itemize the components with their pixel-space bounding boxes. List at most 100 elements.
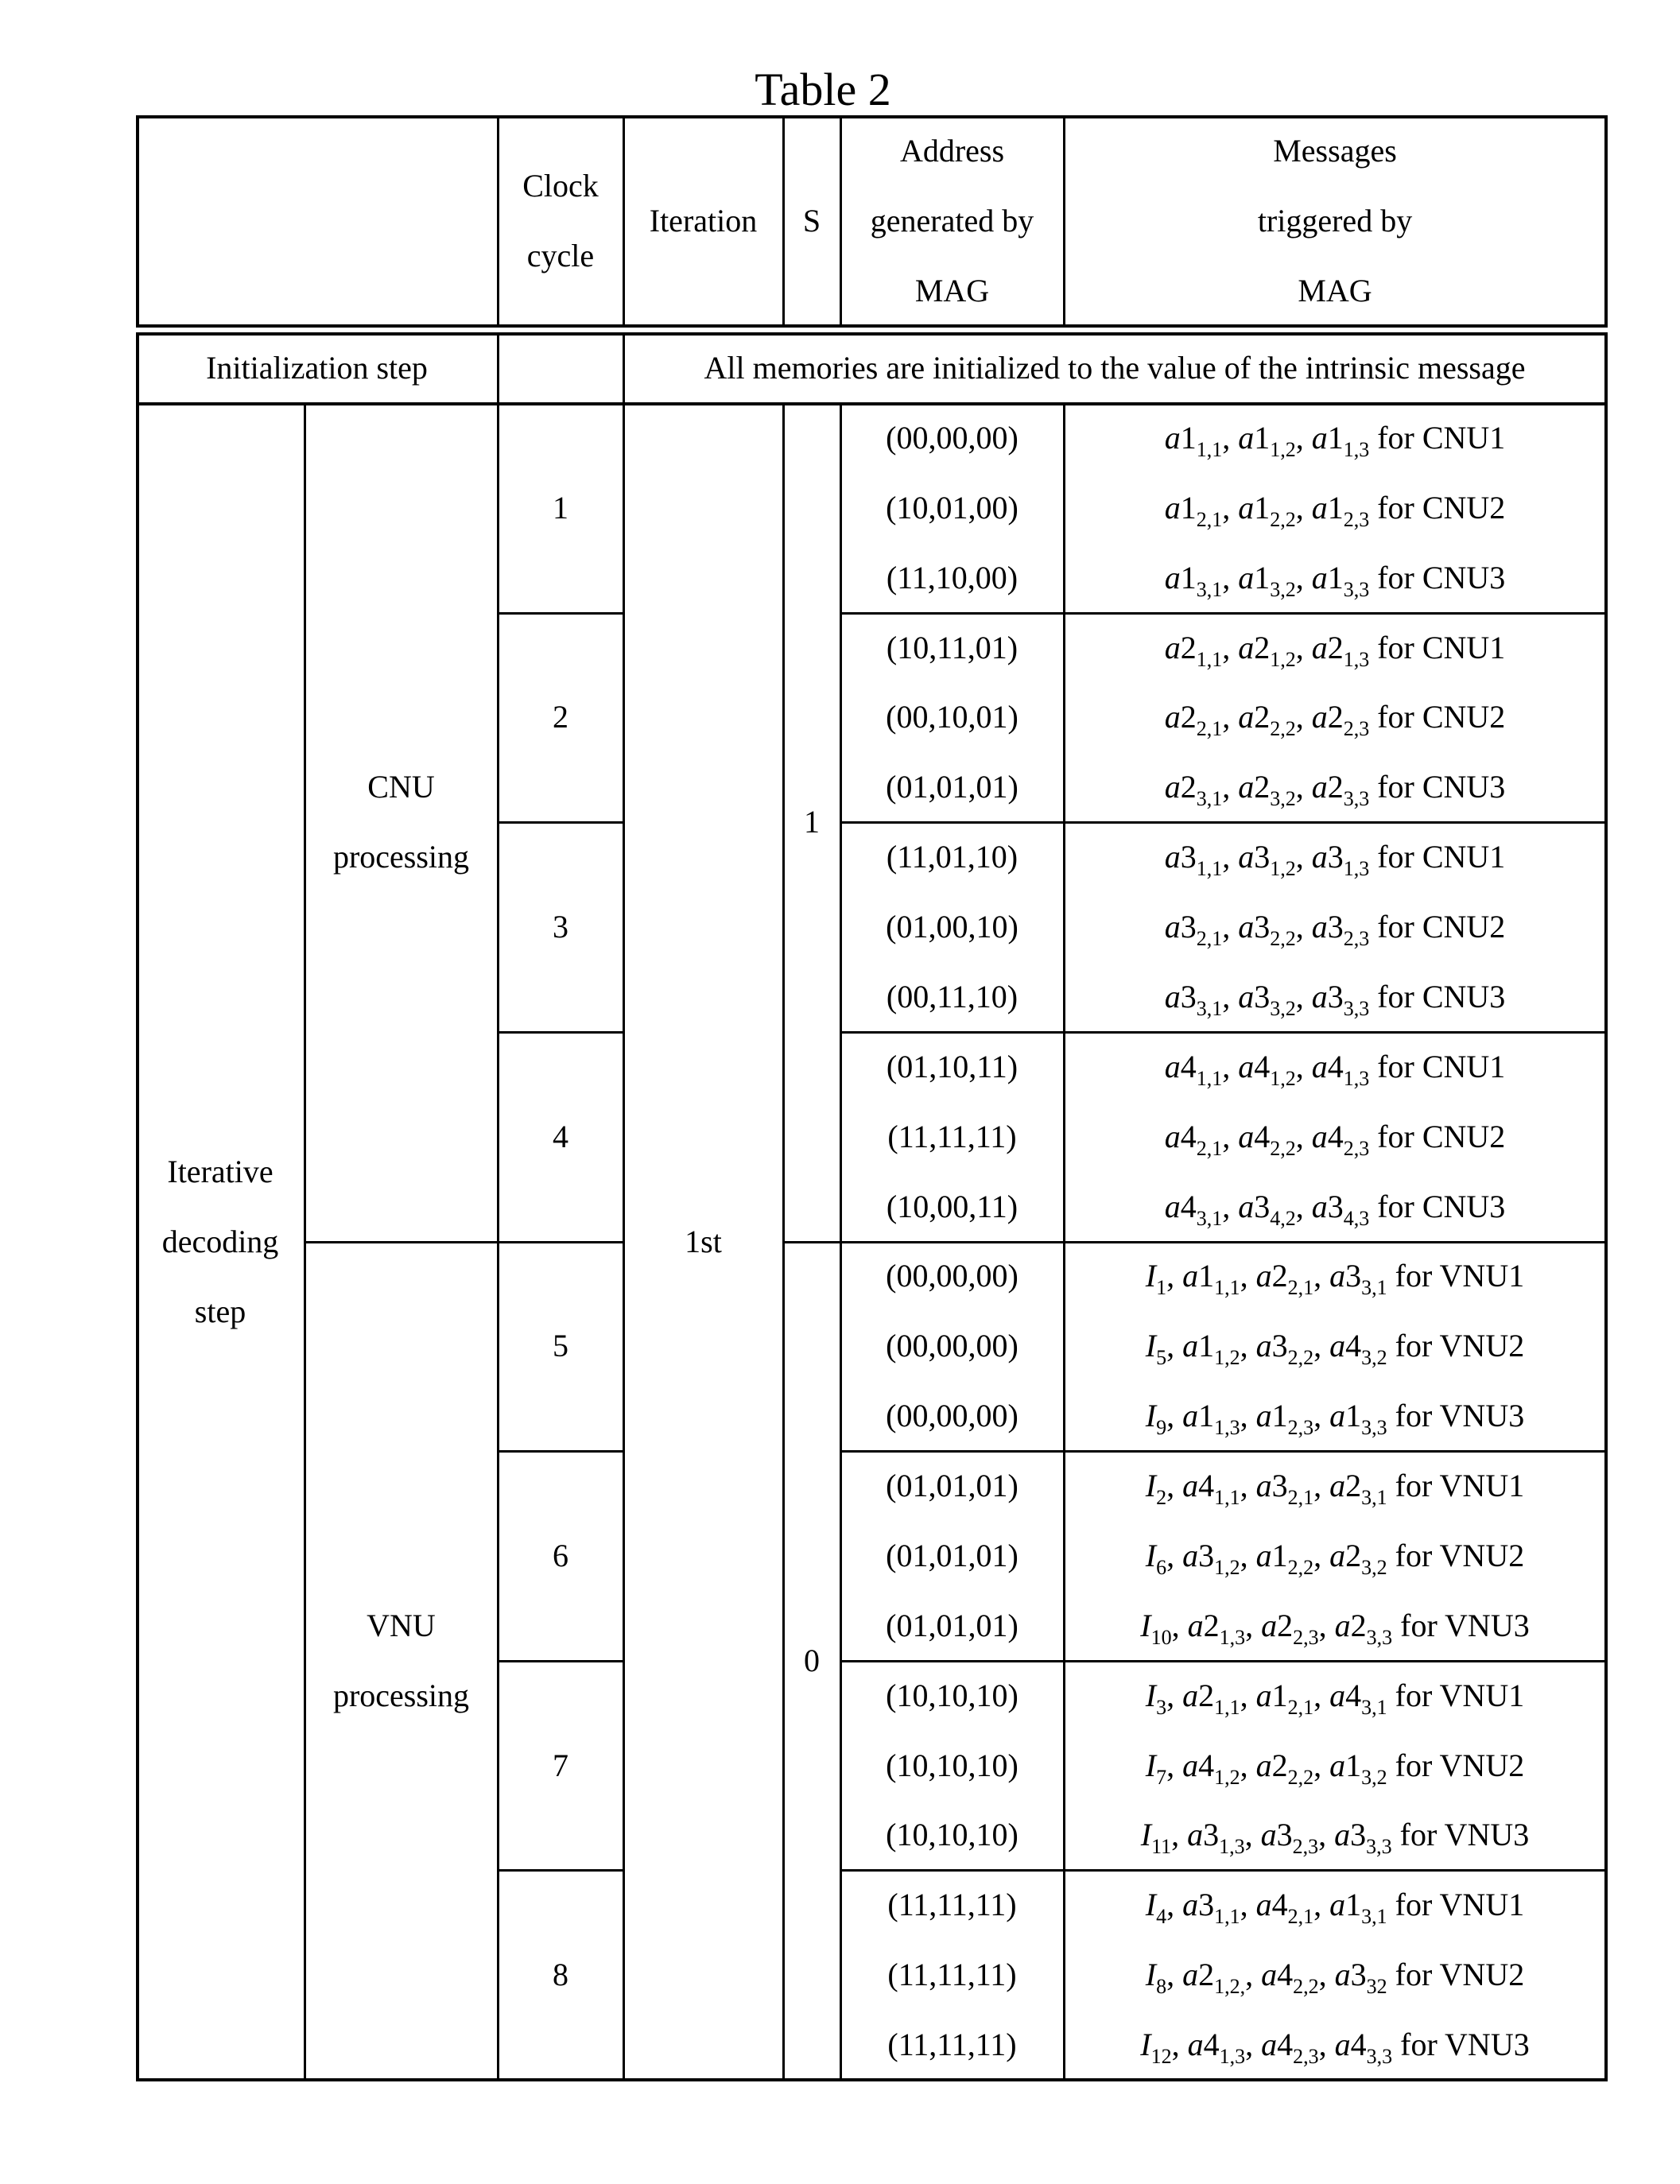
- message-value: a21,1, a21,2, a21,3 for CNU1: [1064, 613, 1606, 683]
- message-term: a32,3: [1260, 1817, 1319, 1859]
- clock-cycle-header-line: cycle: [526, 237, 595, 273]
- message-value: I2, a41,1, a32,1, a23,1 for VNU1: [1064, 1451, 1606, 1521]
- address-value: (01,01,01): [886, 1468, 1018, 1504]
- message-term: a33,3: [1311, 978, 1370, 1020]
- message-value: a13,1, a13,2, a13,3 for CNU3: [1064, 543, 1606, 613]
- clock-cycle-8: 8: [553, 1957, 568, 1993]
- address-value: (01,01,01): [886, 769, 1018, 805]
- clock-cycle-2: 2: [553, 699, 568, 735]
- message-term: a31,1: [1182, 1887, 1240, 1929]
- message-term: a11,3: [1311, 419, 1370, 461]
- target-unit: for CNU2: [1377, 489, 1506, 526]
- message-term: a33,1: [1164, 978, 1223, 1020]
- message-term: a13,2: [1329, 1747, 1387, 1789]
- message-term: a11,2: [1238, 419, 1296, 461]
- message-term: a34,2: [1238, 1188, 1296, 1230]
- header-iteration: Iteration: [623, 115, 783, 326]
- target-unit: for VNU2: [1395, 1747, 1525, 1783]
- message-text: a42,1, a42,2, a42,3 for CNU2: [1164, 1118, 1506, 1160]
- message-term: a43,1: [1164, 1188, 1223, 1230]
- message-text: a11,1, a11,2, a11,3 for CNU1: [1164, 419, 1506, 461]
- address-value: (10,01,00): [886, 489, 1018, 526]
- address-value: (00,00,00): [886, 419, 1018, 456]
- message-value: I5, a11,2, a32,2, a43,2 for VNU2: [1064, 1311, 1606, 1381]
- phase-label-line: processing: [332, 1677, 470, 1713]
- message-text: I2, a41,1, a32,1, a23,1 for VNU1: [1145, 1468, 1525, 1510]
- message-term: a42,3: [1311, 1118, 1370, 1160]
- message-term: I6: [1145, 1537, 1167, 1579]
- message-value: I1, a11,1, a22,1, a33,1 for VNU1: [1064, 1242, 1606, 1312]
- target-unit: for VNU3: [1395, 1398, 1525, 1434]
- target-unit: for CNU1: [1377, 629, 1506, 665]
- message-term: a23,1: [1164, 769, 1223, 811]
- message-term: I1: [1145, 1258, 1167, 1300]
- header-blank-cell: [136, 115, 498, 326]
- message-term: I8: [1145, 1957, 1167, 1999]
- message-value: I12, a41,3, a42,3, a43,3 for VNU3: [1064, 2010, 1606, 2080]
- message-value: a41,1, a41,2, a41,3 for CNU1: [1064, 1032, 1606, 1102]
- message-term: I2: [1145, 1468, 1167, 1510]
- message-term: a13,1: [1164, 559, 1223, 601]
- message-text: a12,1, a12,2, a12,3 for CNU2: [1164, 489, 1506, 531]
- message-term: a23,2: [1329, 1537, 1387, 1579]
- message-term: a43,2: [1329, 1328, 1387, 1370]
- message-term: a13,2: [1238, 559, 1296, 601]
- phase-label: VNU processing: [333, 1591, 469, 1731]
- address-value: (01,10,11): [886, 1048, 1018, 1084]
- target-unit: for VNU1: [1395, 1258, 1525, 1294]
- step-label-line: step: [194, 1293, 246, 1329]
- message-text: I1, a11,1, a22,1, a33,1 for VNU1: [1145, 1258, 1525, 1300]
- address-value: (00,00,00): [886, 1258, 1018, 1294]
- message-term: a41,3: [1311, 1048, 1370, 1090]
- message-value: a23,1, a23,2, a23,3 for CNU3: [1064, 752, 1606, 822]
- target-unit: for VNU2: [1395, 1957, 1525, 1993]
- message-term: I10: [1140, 1607, 1172, 1649]
- message-term: a23,3: [1311, 769, 1370, 811]
- message-term: I3: [1145, 1677, 1167, 1719]
- address-value: (00,11,10): [886, 978, 1018, 1014]
- message-term: a11,1: [1164, 419, 1223, 461]
- s-header: S: [803, 186, 821, 256]
- message-term: a23,2: [1238, 769, 1296, 811]
- message-term: a31,2: [1182, 1537, 1240, 1579]
- address-value: (10,11,01): [886, 629, 1018, 665]
- message-text: I10, a21,3, a22,3, a23,3 for VNU3: [1140, 1607, 1530, 1649]
- message-term: a32,2: [1238, 909, 1296, 951]
- iteration-header-line: Iteration: [649, 202, 758, 239]
- step-label: Iterative decoding step: [162, 1137, 279, 1347]
- address-value: (10,10,10): [886, 1677, 1018, 1713]
- header-address: Address generated by MAG: [840, 115, 1064, 326]
- target-unit: for CNU3: [1377, 978, 1506, 1014]
- clock-cycle-7: 7: [553, 1747, 568, 1783]
- init-clock-cell: [498, 332, 623, 403]
- message-term: a31,3: [1187, 1817, 1245, 1859]
- message-text: I5, a11,2, a32,2, a43,2 for VNU2: [1145, 1328, 1525, 1370]
- message-term: a32,2: [1255, 1328, 1314, 1370]
- address-value: (11,11,11): [887, 1957, 1017, 1993]
- phase-label-cnu: CNU processing: [305, 403, 498, 1242]
- message-term: a12,3: [1255, 1398, 1314, 1440]
- message-term: a12,1: [1255, 1677, 1314, 1719]
- message-value: a12,1, a12,2, a12,3 for CNU2: [1064, 473, 1606, 543]
- message-term: a23,1: [1329, 1468, 1387, 1510]
- address-value: (10,10,10): [886, 1747, 1018, 1783]
- message-text: a33,1, a33,2, a33,3 for CNU3: [1164, 978, 1506, 1020]
- message-value: a11,1, a11,2, a11,3 for CNU1: [1064, 403, 1606, 473]
- message-text: I4, a31,1, a42,1, a13,1 for VNU1: [1145, 1887, 1525, 1929]
- message-term: a41,1: [1164, 1048, 1223, 1090]
- header-messages: Messages triggered by MAG: [1064, 115, 1606, 326]
- message-term: a31,2: [1238, 839, 1296, 881]
- message-value: I8, a21,2,, a42,2, a332 for VNU2: [1064, 1940, 1606, 2010]
- message-term: a34,3: [1311, 1188, 1370, 1230]
- message-term: a21,3: [1187, 1607, 1246, 1649]
- message-term: a31,1: [1164, 839, 1223, 881]
- message-term: a22,1: [1164, 699, 1223, 741]
- message-value: I4, a31,1, a42,1, a13,1 for VNU1: [1064, 1870, 1606, 1940]
- target-unit: for VNU1: [1395, 1677, 1525, 1713]
- message-value: I3, a21,1, a12,1, a43,1 for VNU1: [1064, 1661, 1606, 1731]
- target-unit: for VNU1: [1395, 1468, 1525, 1504]
- message-term: I5: [1145, 1328, 1167, 1370]
- target-unit: for CNU2: [1377, 1118, 1506, 1154]
- messages-header-line: Messages: [1273, 132, 1397, 169]
- message-term: a43,3: [1334, 2027, 1393, 2069]
